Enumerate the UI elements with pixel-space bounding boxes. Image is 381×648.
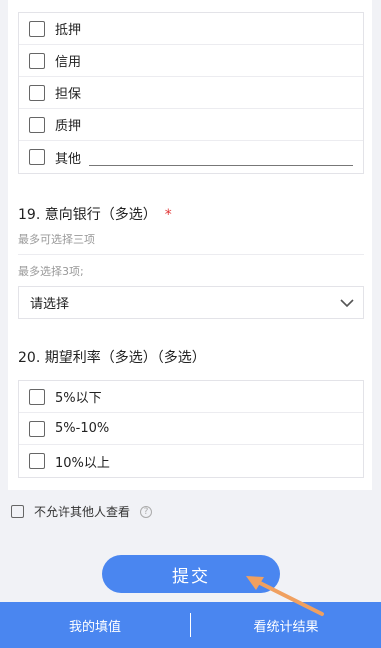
q18-option-credit[interactable]: 信用 (19, 45, 363, 77)
checkbox[interactable] (29, 388, 45, 405)
checkbox[interactable] (29, 84, 45, 101)
my-entries-button[interactable]: 我的填值 (0, 616, 190, 635)
option-label: 其他 (55, 151, 82, 167)
divider (18, 254, 364, 255)
q20-option-above-10[interactable]: 10%以上 (19, 445, 363, 477)
option-label: 5%-10% (55, 421, 110, 436)
question-text: 19. 意向银行（多选） (18, 207, 157, 223)
privacy-option[interactable]: 不允许其他人查看 ? (11, 503, 153, 520)
q18-option-other[interactable]: 其他 (19, 141, 363, 173)
q18-options: 抵押 信用 担保 质押 其他 (18, 12, 364, 174)
q20-option-below-5[interactable]: 5%以下 (19, 381, 363, 413)
select-placeholder: 请选择 (30, 297, 70, 312)
option-label: 质押 (55, 119, 82, 134)
q19-limit-text: 最多选择3项; (18, 265, 84, 278)
q18-option-mortgage[interactable]: 抵押 (19, 13, 363, 45)
privacy-checkbox[interactable] (11, 505, 24, 518)
q18-option-pledge[interactable]: 质押 (19, 109, 363, 141)
q20-options: 5%以下 5%-10% 10%以上 (18, 380, 364, 478)
checkbox[interactable] (29, 20, 45, 37)
option-label: 10%以上 (55, 455, 110, 471)
required-mark: * (164, 207, 172, 223)
option-label: 信用 (55, 55, 82, 70)
checkbox[interactable] (29, 453, 45, 469)
q20-title: 20. 期望利率（多选）（多选） (18, 350, 206, 366)
option-label: 抵押 (55, 23, 82, 38)
help-icon[interactable]: ? (140, 505, 153, 518)
checkbox[interactable] (29, 420, 45, 437)
option-label: 5%以下 (55, 391, 102, 406)
q19-title: 19. 意向银行（多选） * (18, 204, 172, 224)
q19-hint: 最多可选择三项 (18, 233, 95, 246)
q18-option-guarantee[interactable]: 担保 (19, 77, 363, 109)
bank-select[interactable]: 请选择 (18, 286, 364, 319)
privacy-label: 不允许其他人查看 (34, 505, 131, 519)
checkbox[interactable] (29, 116, 45, 133)
option-label: 担保 (55, 87, 82, 102)
q20-option-5-10[interactable]: 5%-10% (19, 413, 363, 445)
checkbox[interactable] (29, 52, 45, 69)
chevron-down-icon (340, 299, 354, 308)
annotation-arrow-icon (246, 576, 324, 616)
checkbox[interactable] (29, 149, 45, 165)
other-text-input[interactable] (89, 165, 353, 166)
